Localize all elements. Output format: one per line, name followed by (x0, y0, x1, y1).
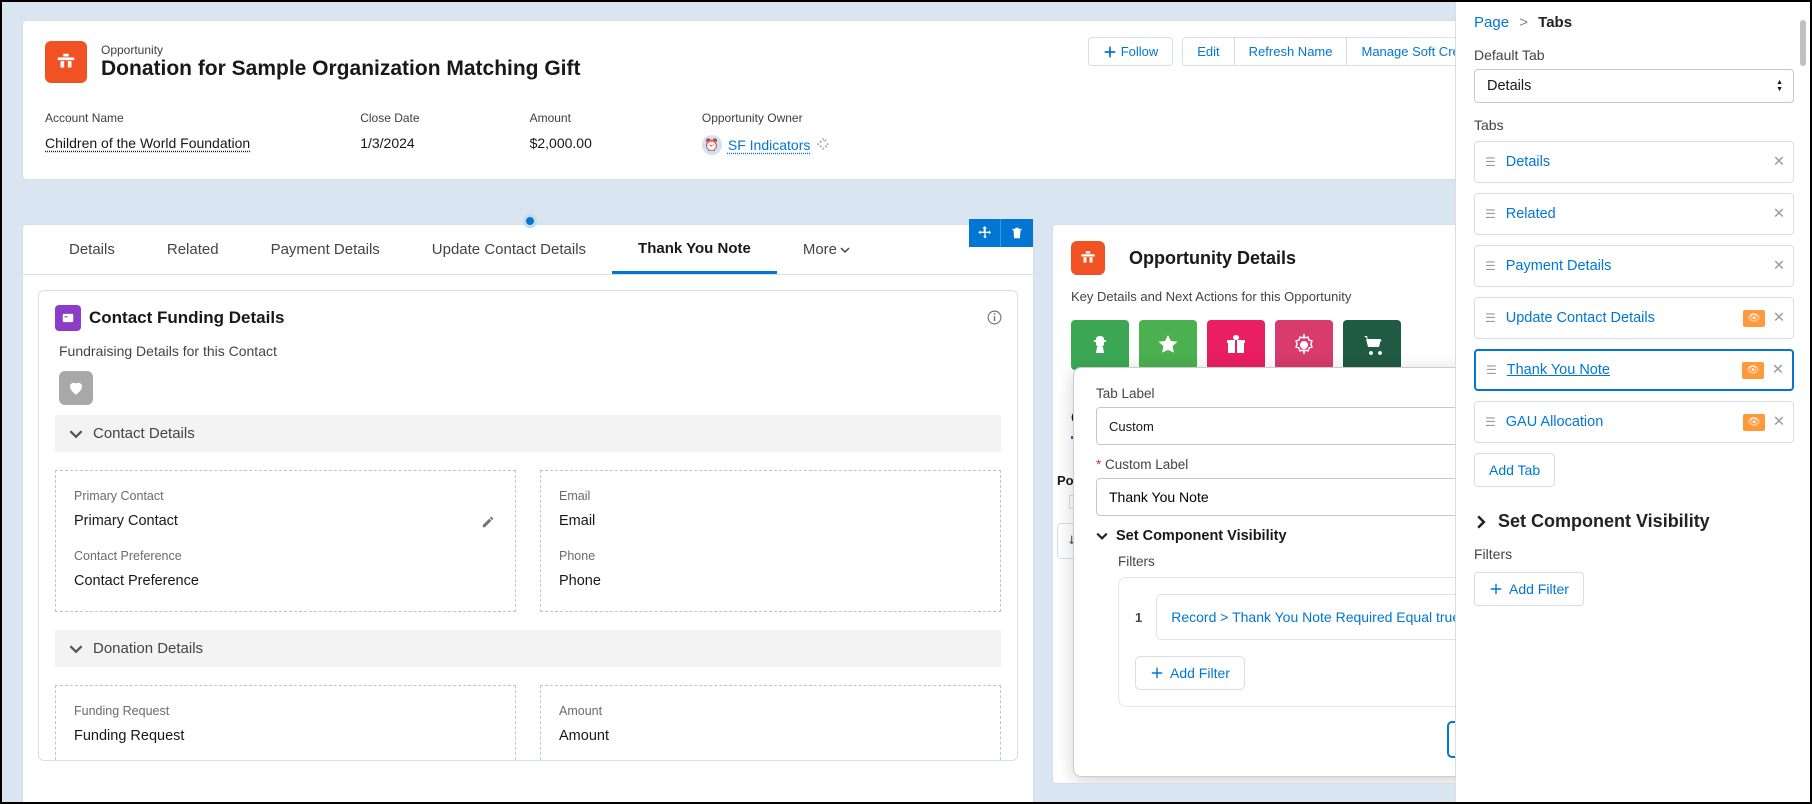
phone-label: Phone (559, 549, 982, 563)
tab-thank-you-note[interactable]: Thank You Note (612, 225, 777, 274)
close-date-label: Close Date (360, 111, 419, 125)
builder-tab-update-contact-details[interactable]: ☰ Update Contact Details 👁 ✕ (1474, 297, 1794, 339)
tab-payment-details[interactable]: Payment Details (245, 225, 406, 274)
grip-icon[interactable]: ☰ (1485, 259, 1496, 273)
tile-cart-icon[interactable] (1343, 320, 1401, 370)
builder-tab-thank-you-note[interactable]: ☰ Thank You Note 👁 ✕ (1474, 349, 1794, 391)
side-card-title: Opportunity Details (1129, 248, 1296, 269)
account-name-label: Account Name (45, 111, 250, 125)
builder-tab-payment-details[interactable]: ☰ Payment Details ✕ (1474, 245, 1794, 287)
tab-update-contact-details[interactable]: Update Contact Details (406, 225, 612, 274)
section-title: Contact Funding Details (89, 308, 285, 328)
opportunity-icon-small (1071, 241, 1105, 275)
builder-tab-gau-allocation[interactable]: ☰ GAU Allocation 👁 ✕ (1474, 401, 1794, 443)
partial-field-label: Po (1057, 473, 1074, 488)
primary-contact-value: Primary Contact (74, 513, 497, 529)
visibility-badge-icon: 👁 (1743, 414, 1765, 431)
filter-number: 1 (1135, 610, 1142, 625)
email-value: Email (559, 513, 982, 529)
tab-related[interactable]: Related (141, 225, 245, 274)
grip-icon[interactable]: ☰ (1485, 207, 1496, 221)
visibility-section[interactable]: Set Component Visibility (1474, 511, 1794, 532)
owner-avatar-icon: ⏰ (702, 135, 722, 155)
info-icon[interactable] (986, 309, 1003, 329)
contact-pref-label: Contact Preference (74, 549, 497, 563)
crumb-page[interactable]: Page (1474, 14, 1509, 31)
crumb-current: Tabs (1538, 14, 1572, 31)
owner-label: Opportunity Owner (702, 111, 830, 125)
change-owner-icon[interactable] (816, 137, 830, 154)
record-title: Donation for Sample Organization Matchin… (101, 57, 581, 81)
tile-money-icon[interactable] (1071, 320, 1129, 370)
tab-more[interactable]: More (777, 225, 876, 274)
chevron-down-icon (69, 427, 83, 441)
record-header: Opportunity Donation for Sample Organiza… (22, 20, 1543, 180)
remove-tab-icon[interactable]: ✕ (1772, 362, 1784, 378)
visibility-badge-icon: 👁 (1743, 310, 1765, 327)
refresh-name-button[interactable]: Refresh Name (1234, 37, 1348, 66)
account-name-link[interactable]: Children of the World Foundation (45, 135, 250, 151)
grip-icon[interactable]: ☰ (1485, 311, 1496, 325)
tile-star-icon[interactable] (1139, 320, 1197, 370)
grip-icon[interactable]: ☰ (1485, 415, 1496, 429)
funding-request-label: Funding Request (74, 704, 497, 718)
remove-tab-icon[interactable]: ✕ (1773, 154, 1785, 170)
edit-button[interactable]: Edit (1182, 37, 1234, 66)
heart-indicator-icon[interactable] (59, 371, 93, 405)
phone-value: Phone (559, 573, 982, 589)
add-filter-button[interactable]: Add Filter (1135, 656, 1245, 690)
tabs-component: Details Related Payment Details Update C… (22, 224, 1034, 802)
grip-icon[interactable]: ☰ (1486, 363, 1497, 377)
email-label: Email (559, 489, 982, 503)
amount-box: Amount Amount (540, 685, 1001, 760)
chevron-down-icon (69, 642, 83, 656)
tab-details[interactable]: Details (43, 225, 141, 274)
rp-filters-label: Filters (1474, 546, 1794, 562)
builder-tab-details[interactable]: ☰ Details ✕ (1474, 141, 1794, 183)
visibility-badge-icon: 👁 (1742, 362, 1764, 379)
section-icon (55, 305, 81, 331)
builder-tab-related[interactable]: ☰ Related ✕ (1474, 193, 1794, 235)
owner-link[interactable]: SF Indicators (728, 137, 810, 153)
close-date-value: 1/3/2024 (360, 135, 419, 151)
edit-icon[interactable] (481, 515, 495, 532)
contact-details-accordion[interactable]: Contact Details (55, 415, 1001, 452)
primary-contact-box: Primary Contact Primary Contact Contact … (55, 470, 516, 612)
rp-add-filter-button[interactable]: Add Filter (1474, 572, 1584, 606)
amount-value: $2,000.00 (530, 135, 592, 151)
breadcrumb: Page > Tabs (1474, 14, 1794, 31)
tab-bar: Details Related Payment Details Update C… (23, 225, 1033, 275)
tile-gift-icon[interactable] (1207, 320, 1265, 370)
grip-icon[interactable]: ☰ (1485, 155, 1496, 169)
add-tab-button[interactable]: Add Tab (1474, 453, 1555, 487)
email-phone-box: Email Email Phone Phone (540, 470, 1001, 612)
default-tab-label: Default Tab (1474, 47, 1794, 63)
scrollbar[interactable] (1800, 20, 1806, 66)
amount2-value: Amount (559, 728, 982, 744)
opportunity-icon (45, 41, 87, 83)
primary-contact-label: Primary Contact (74, 489, 497, 503)
object-type: Opportunity (101, 43, 581, 57)
follow-button[interactable]: Follow (1088, 37, 1174, 66)
contact-funding-section: Contact Funding Details Fundraising Deta… (38, 290, 1018, 761)
funding-request-value: Funding Request (74, 728, 497, 744)
remove-tab-icon[interactable]: ✕ (1773, 310, 1785, 326)
donation-details-accordion[interactable]: Donation Details (55, 630, 1001, 667)
amount2-label: Amount (559, 704, 982, 718)
tile-gear-icon[interactable] (1275, 320, 1333, 370)
section-subtitle: Fundraising Details for this Contact (59, 343, 1001, 359)
funding-request-box: Funding Request Funding Request (55, 685, 516, 760)
default-tab-select[interactable]: Details ▲▼ (1474, 69, 1794, 103)
remove-tab-icon[interactable]: ✕ (1773, 258, 1785, 274)
contact-pref-value: Contact Preference (74, 573, 497, 589)
builder-panel: Page > Tabs Default Tab Details ▲▼ Tabs … (1455, 2, 1810, 802)
tabs-header: Tabs (1474, 117, 1794, 133)
remove-tab-icon[interactable]: ✕ (1773, 206, 1785, 222)
amount-label: Amount (530, 111, 592, 125)
remove-tab-icon[interactable]: ✕ (1773, 414, 1785, 430)
